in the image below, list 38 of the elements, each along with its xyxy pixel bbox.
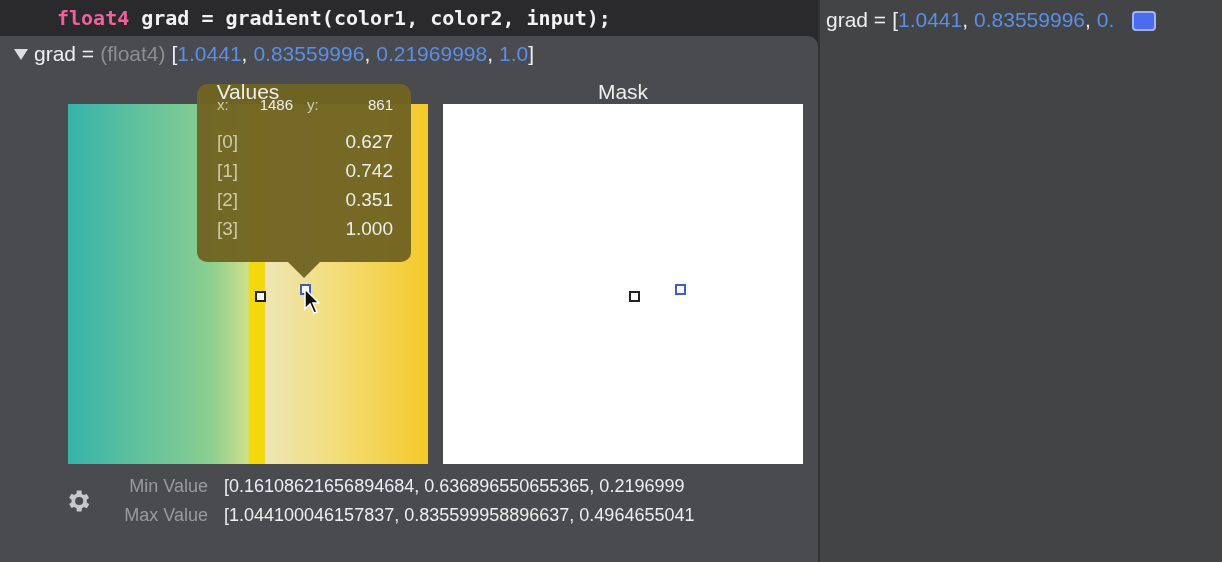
punctuation-text: ,	[487, 42, 493, 65]
value-text: 1.0441	[898, 8, 963, 31]
code-text: grad = gradient(color1, color2, input);	[141, 6, 611, 30]
channel-value: 1.000	[345, 218, 393, 241]
punctuation-text: ,	[364, 42, 371, 65]
stat-value: [1.044100046157837, 0.835599958896637, 0.4964655041	[224, 505, 696, 526]
value-text: 1.0	[499, 42, 529, 65]
variable-name: grad =	[826, 8, 887, 32]
value-text: 0.83559996	[253, 42, 365, 65]
variable-name: grad =	[34, 42, 95, 66]
stat-value: [0.16108621656894684, 0.636896550655365, 0.2196999	[224, 476, 686, 497]
value-text: 1.0441	[177, 42, 242, 65]
stat-label: Min Value	[128, 476, 209, 497]
value-text: 0.21969998	[376, 42, 488, 65]
value-text: 0.83559996	[974, 8, 1085, 31]
color-swatch-icon[interactable]	[1132, 11, 1157, 31]
channel-value: 0.742	[345, 160, 393, 183]
y-label: y:	[306, 96, 320, 113]
cursor-icon	[304, 288, 320, 314]
value-text: 0.	[1096, 8, 1115, 31]
punctuation-text: [	[892, 8, 898, 31]
index-label: [0]	[217, 131, 239, 154]
punctuation-text: ]	[528, 42, 535, 65]
stat-label: Max Value	[123, 505, 209, 526]
punctuation-text: ,	[1085, 8, 1091, 31]
channel-value: 0.627	[345, 131, 393, 154]
punctuation-text: ,	[241, 42, 248, 65]
y-value: 861	[366, 96, 393, 113]
type-text: (float4)	[100, 42, 166, 66]
punctuation-text: ,	[962, 8, 969, 31]
index-label: [3]	[217, 218, 239, 241]
channel-value: 0.351	[345, 189, 393, 212]
disclosure-triangle-icon[interactable]	[14, 48, 28, 60]
index-label: [2]	[217, 189, 239, 212]
index-label: [1]	[217, 160, 239, 183]
code-keyword: float4	[57, 6, 130, 30]
image-title: Mask	[597, 80, 649, 104]
punctuation-text: [	[171, 42, 178, 65]
